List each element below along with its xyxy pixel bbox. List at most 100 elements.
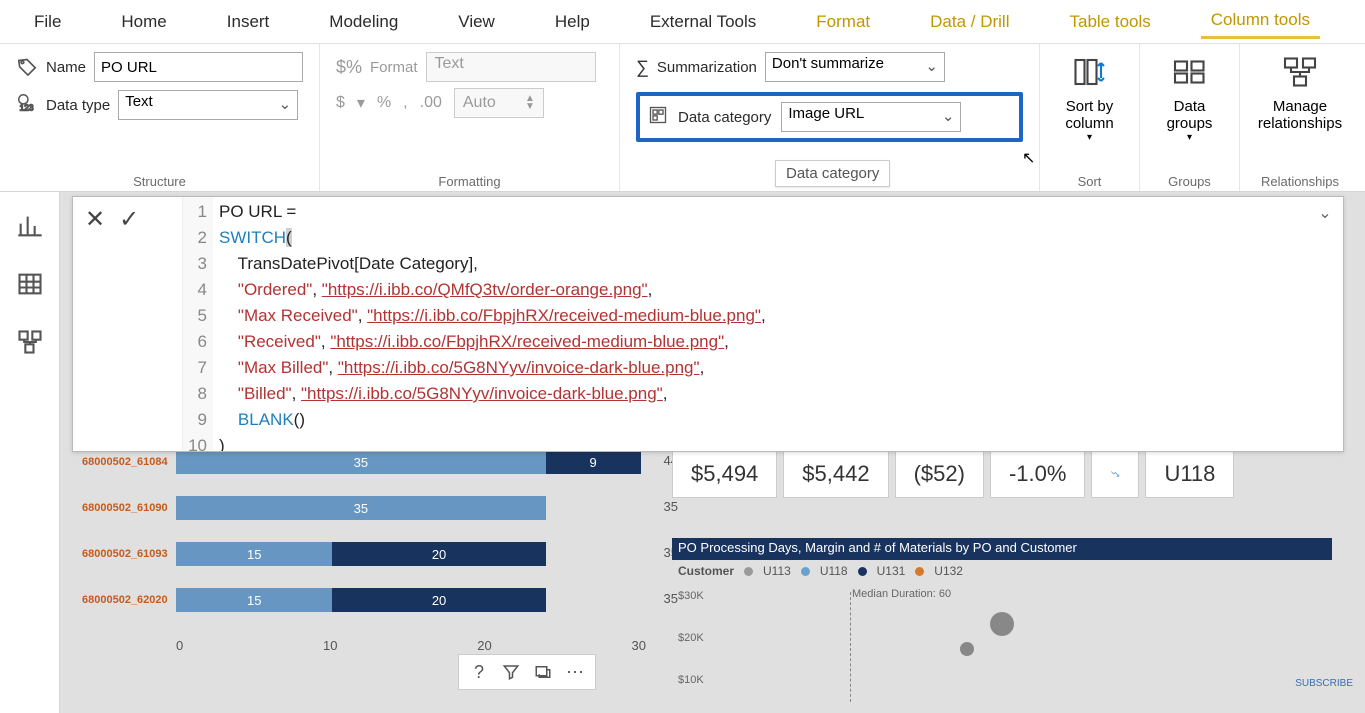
manage-relationships-button[interactable]: Manage relationships xyxy=(1258,54,1342,132)
menu-data-drill[interactable]: Data / Drill xyxy=(920,6,1019,38)
kpi-trend-icon xyxy=(1091,450,1139,498)
ribbon-relationships: Manage relationships Relationships xyxy=(1240,44,1360,191)
report-canvas: PO 680005 completed PO Total Days Elap ●… xyxy=(60,192,1365,713)
format-dropdown: Text xyxy=(426,52,596,82)
filter-icon[interactable] xyxy=(497,658,525,686)
kpi-value: U118 xyxy=(1145,450,1234,498)
bar-seg-1: 15 xyxy=(176,588,332,612)
sort-by-column-button[interactable]: Sort by column ▾ xyxy=(1065,54,1113,143)
sort-label: Sort by column xyxy=(1065,98,1113,132)
format-label: Format xyxy=(370,59,418,76)
data-category-highlight: Data category Image URL xyxy=(636,92,1023,142)
bar-total: 35 xyxy=(664,591,678,606)
sort-icon xyxy=(1071,54,1107,98)
format-icon: $% xyxy=(336,57,362,78)
y-tick: $30K xyxy=(678,590,704,602)
formula-editor[interactable]: PO URL =SWITCH( TransDatePivot[Date Cate… xyxy=(213,197,1307,451)
axis-tick: 0 xyxy=(176,638,183,653)
scatter-header: PO Processing Days, Margin and # of Mate… xyxy=(672,538,1332,560)
kpi-value: ($52) xyxy=(895,450,984,498)
bar-seg-2: 20 xyxy=(332,542,545,566)
summarization-dropdown[interactable]: Don't summarize xyxy=(765,52,945,82)
bar-axis: 0 10 20 30 xyxy=(176,638,646,653)
data-category-dropdown[interactable]: Image URL xyxy=(781,102,961,132)
ribbon: Name 123 Data type Text Structure $% For… xyxy=(0,44,1365,192)
model-view-icon[interactable] xyxy=(16,328,44,356)
relationships-icon xyxy=(1282,54,1318,98)
name-icon xyxy=(16,54,38,81)
summarization-label: Summarization xyxy=(657,59,757,76)
bar-seg-2: 20 xyxy=(332,588,545,612)
formula-commit-icon[interactable]: ✓ xyxy=(119,205,139,234)
ribbon-groups-label: Groups xyxy=(1168,174,1211,189)
bar-seg-2: 9 xyxy=(546,450,641,474)
menu-external-tools[interactable]: External Tools xyxy=(640,6,766,38)
ribbon-structure: Name 123 Data type Text Structure xyxy=(0,44,320,191)
formula-gutter: 12345678910 xyxy=(183,197,213,451)
auto-decimals: Auto xyxy=(463,94,496,112)
relationships-label: Manage relationships xyxy=(1258,98,1342,132)
percent-button: % xyxy=(377,94,391,112)
scatter-legend: Customer U113 U118 U131 U132 xyxy=(678,564,963,578)
groups-icon xyxy=(1172,54,1208,98)
menu-file[interactable]: File xyxy=(24,6,71,38)
menu-view[interactable]: View xyxy=(448,6,505,38)
ribbon-properties: ∑ Summarization Don't summarize Data cat… xyxy=(620,44,1040,191)
ribbon-formatting: $% Format Text $▾ % , .00 Auto ▲▼ Format… xyxy=(320,44,620,191)
data-category-icon xyxy=(648,105,668,130)
axis-tick: 30 xyxy=(632,638,646,653)
bar-seg-1: 35 xyxy=(176,496,546,520)
ribbon-formatting-label: Formatting xyxy=(336,174,603,189)
bar-row: 68000502_61090 35 35 xyxy=(82,493,690,523)
bar-row: 68000502_62020 1520 35 xyxy=(82,585,690,615)
menu-help[interactable]: Help xyxy=(545,6,600,38)
menu-format[interactable]: Format xyxy=(806,6,880,38)
bar-label: 68000502_61090 xyxy=(82,502,176,514)
stacked-bar-chart[interactable]: 68000502_61084 35944 68000502_61090 3535… xyxy=(82,447,690,631)
formula-discard-icon[interactable]: ✕ xyxy=(85,205,105,234)
report-view-icon[interactable] xyxy=(16,212,44,240)
bar-total: 35 xyxy=(664,499,678,514)
focus-icon[interactable] xyxy=(529,658,557,686)
datatype-dropdown[interactable]: Text xyxy=(118,90,298,120)
menu-table-tools[interactable]: Table tools xyxy=(1059,6,1160,38)
decimals-button: .00 xyxy=(420,94,442,112)
median-line xyxy=(850,592,851,702)
menu-insert[interactable]: Insert xyxy=(217,6,280,38)
datatype-label: Data type xyxy=(46,97,110,114)
formula-bar: ✕ ✓ 12345678910 PO URL =SWITCH( TransDat… xyxy=(72,196,1344,452)
kpi-row: $5,494 $5,442 ($52) -1.0% U118 xyxy=(672,450,1234,498)
data-view-icon[interactable] xyxy=(16,270,44,298)
y-tick: $10K xyxy=(678,674,704,686)
data-category-tooltip: Data category xyxy=(775,160,890,187)
data-category-label: Data category xyxy=(678,109,771,126)
help-icon[interactable]: ? xyxy=(465,658,493,686)
axis-tick: 10 xyxy=(323,638,337,653)
menu-home[interactable]: Home xyxy=(111,6,176,38)
formula-expand-icon[interactable]: ⌄ xyxy=(1307,197,1343,451)
y-tick: $20K xyxy=(678,632,704,644)
name-label: Name xyxy=(46,59,86,76)
median-label: Median Duration: 60 xyxy=(852,588,951,600)
bar-label: 68000502_61084 xyxy=(82,456,176,468)
menu-modeling[interactable]: Modeling xyxy=(319,6,408,38)
menu-column-tools[interactable]: Column tools xyxy=(1201,4,1320,39)
menu-bar: File Home Insert Modeling View Help Exte… xyxy=(0,0,1365,44)
ribbon-relationships-label: Relationships xyxy=(1261,174,1339,189)
axis-tick: 20 xyxy=(477,638,491,653)
subscribe-watermark: SUBSCRIBE xyxy=(1295,678,1353,689)
cursor-icon: ↖ xyxy=(1022,148,1035,168)
currency-button: $ xyxy=(336,94,345,112)
column-name-input[interactable] xyxy=(94,52,303,82)
ribbon-structure-label: Structure xyxy=(16,174,303,189)
bar-label: 68000502_62020 xyxy=(82,594,176,606)
visual-toolbar: ? ⋯ xyxy=(458,654,596,690)
thousands-button: , xyxy=(403,94,407,112)
groups-label: Data groups xyxy=(1167,98,1213,132)
scatter-point xyxy=(990,612,1014,636)
bar-row: 68000502_61093 152035 xyxy=(82,539,690,569)
kpi-value: -1.0% xyxy=(990,450,1085,498)
data-groups-button[interactable]: Data groups ▾ xyxy=(1167,54,1213,143)
more-icon[interactable]: ⋯ xyxy=(561,658,589,686)
ribbon-groups: Data groups ▾ Groups xyxy=(1140,44,1240,191)
